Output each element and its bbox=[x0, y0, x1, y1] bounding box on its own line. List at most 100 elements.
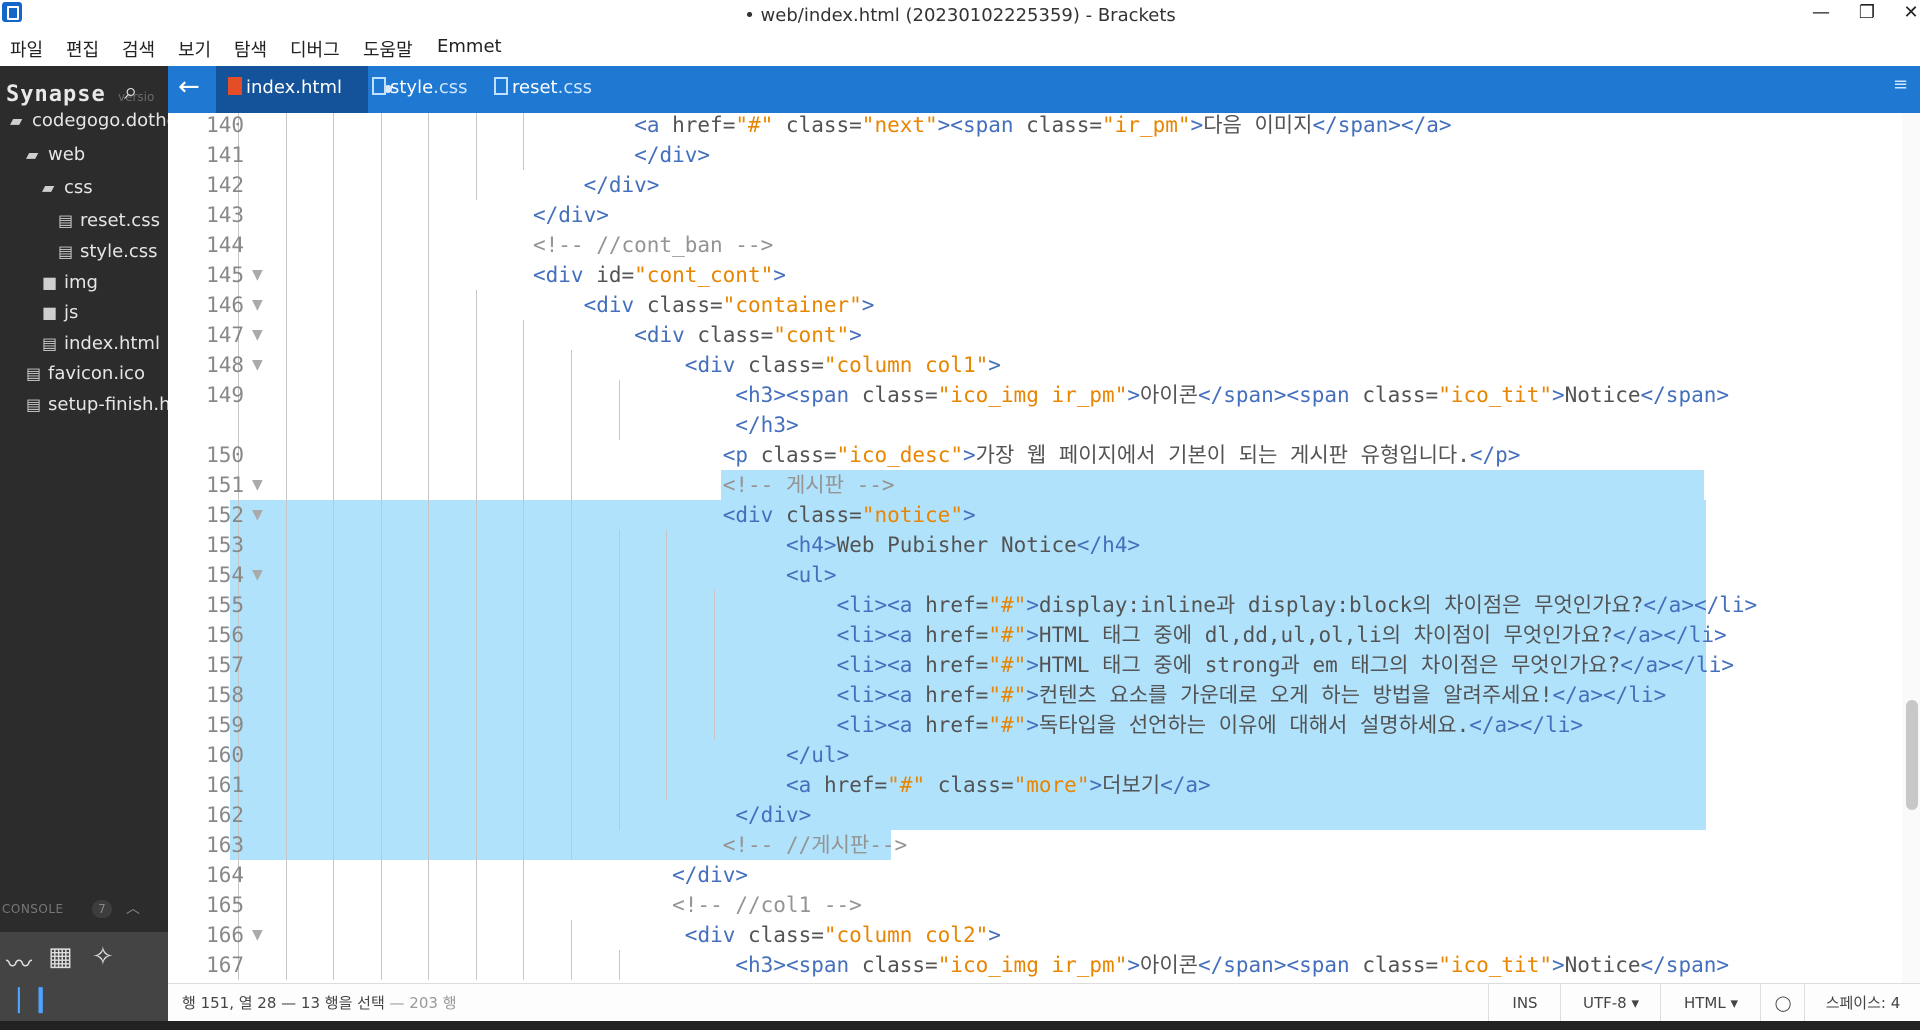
menu-help[interactable]: 도움말 bbox=[363, 36, 413, 62]
line-number[interactable]: 148 bbox=[168, 350, 244, 380]
brackets-logo-icon[interactable]: ❘❙ bbox=[8, 984, 52, 1014]
file-item[interactable]: ▤ style.css bbox=[58, 241, 158, 262]
scrollbar-thumb[interactable] bbox=[1906, 700, 1918, 810]
line-number[interactable]: 162 bbox=[168, 800, 244, 830]
tab-reset-css[interactable]: reset.css bbox=[480, 66, 614, 113]
code-line[interactable]: 147 ▼ <div class="cont"> bbox=[168, 320, 1920, 350]
line-number[interactable]: 152 bbox=[168, 500, 244, 530]
line-number[interactable]: 144 bbox=[168, 230, 244, 260]
code-line[interactable]: 149 <h3><span class="ico_img ir_pm">아이콘</… bbox=[168, 380, 1920, 410]
line-number[interactable]: 164 bbox=[168, 860, 244, 890]
line-number[interactable]: 155 bbox=[168, 590, 244, 620]
code-line[interactable]: 140 <a href="#" class="next"><span class=… bbox=[168, 113, 1920, 140]
magic-wand-icon[interactable]: ✧ bbox=[92, 942, 114, 972]
code-line[interactable]: 158 <li><a href="#">컨텐츠 요소를 가운데로 오게 하는 방법… bbox=[168, 680, 1920, 710]
code-line[interactable]: 142 </div> bbox=[168, 170, 1920, 200]
menu-find[interactable]: 검색 bbox=[122, 36, 155, 62]
fold-triangle-icon[interactable]: ▼ bbox=[252, 470, 263, 500]
line-number[interactable]: 166 bbox=[168, 920, 244, 950]
file-item[interactable]: ▤ favicon.ico bbox=[26, 363, 145, 384]
code-line[interactable]: 167 <h3><span class="ico_img ir_pm">아이콘</… bbox=[168, 950, 1920, 980]
linter-status-icon[interactable]: ◯ bbox=[1760, 984, 1805, 1022]
line-number[interactable]: 161 bbox=[168, 770, 244, 800]
code-line[interactable]: 141 </div> bbox=[168, 140, 1920, 170]
line-number[interactable]: 149 bbox=[168, 380, 244, 410]
search-icon[interactable]: ⌕ bbox=[124, 78, 150, 104]
code-line[interactable]: 154 ▼ <ul> bbox=[168, 560, 1920, 590]
code-line[interactable]: 163 <!-- //게시판--> bbox=[168, 830, 1920, 860]
language-select[interactable]: HTML ▾ bbox=[1660, 984, 1761, 1022]
line-number[interactable]: 151 bbox=[168, 470, 244, 500]
code-line[interactable]: 143 </div> bbox=[168, 200, 1920, 230]
line-number[interactable]: 165 bbox=[168, 890, 244, 920]
code-editor[interactable]: 140 <a href="#" class="next"><span class=… bbox=[168, 113, 1920, 983]
code-line[interactable]: </h3> bbox=[168, 410, 1920, 440]
code-line[interactable]: 144 <!-- //cont_ban --> bbox=[168, 230, 1920, 260]
folder-item[interactable]: ▰ web bbox=[26, 144, 85, 165]
line-number[interactable]: 158 bbox=[168, 680, 244, 710]
vertical-scrollbar[interactable] bbox=[1902, 113, 1920, 983]
fold-triangle-icon[interactable]: ▼ bbox=[252, 260, 263, 290]
line-number[interactable]: 156 bbox=[168, 620, 244, 650]
line-number[interactable]: 150 bbox=[168, 440, 244, 470]
line-number[interactable]: 142 bbox=[168, 170, 244, 200]
console-label[interactable]: CONSOLE bbox=[2, 902, 64, 916]
code-line[interactable]: 161 <a href="#" class="more">더보기</a> bbox=[168, 770, 1920, 800]
code-line[interactable]: 159 <li><a href="#">독타입을 선언하는 이유에 대해서 설명하… bbox=[168, 710, 1920, 740]
code-line[interactable]: 157 <li><a href="#">HTML 태그 중에 strong과 em… bbox=[168, 650, 1920, 680]
code-line[interactable]: 150 <p class="ico_desc">가장 웹 페이지에서 기본이 되는… bbox=[168, 440, 1920, 470]
code-line[interactable]: 145 ▼ <div id="cont_cont"> bbox=[168, 260, 1920, 290]
code-line[interactable]: 153 <h4>Web Pubisher Notice</h4> bbox=[168, 530, 1920, 560]
live-preview-icon[interactable]: 〰 bbox=[6, 944, 32, 981]
tab-index-html[interactable]: index.html bbox=[216, 66, 392, 113]
close-button[interactable]: ✕ bbox=[1888, 0, 1920, 33]
line-number[interactable]: 141 bbox=[168, 140, 244, 170]
code-line[interactable]: 156 <li><a href="#">HTML 태그 중에 dl,dd,ul,o… bbox=[168, 620, 1920, 650]
folder-item[interactable]: ▰ codegogo.dotho bbox=[10, 110, 168, 131]
line-number[interactable]: 145 bbox=[168, 260, 244, 290]
tab-list-menu-icon[interactable]: ≡ bbox=[1893, 74, 1908, 95]
chevron-up-icon[interactable]: ︿ bbox=[126, 898, 140, 918]
insert-mode-toggle[interactable]: INS bbox=[1488, 984, 1561, 1022]
line-number[interactable]: 143 bbox=[168, 200, 244, 230]
line-number[interactable]: 146 bbox=[168, 290, 244, 320]
code-line[interactable]: 166 ▼ <div class="column col2"> bbox=[168, 920, 1920, 950]
code-line[interactable]: 151 ▼ <!-- 게시판 --> bbox=[168, 470, 1920, 500]
tab-style-css[interactable]: style.css bbox=[358, 66, 492, 113]
file-item[interactable]: ▤ setup-finish.h bbox=[26, 394, 168, 415]
fold-triangle-icon[interactable]: ▼ bbox=[252, 350, 263, 380]
menu-view[interactable]: 보기 bbox=[178, 36, 211, 62]
back-arrow-icon[interactable]: ← bbox=[178, 72, 200, 102]
fold-triangle-icon[interactable]: ▼ bbox=[252, 290, 263, 320]
code-line[interactable]: 162 </div> bbox=[168, 800, 1920, 830]
code-line[interactable]: 146 ▼ <div class="container"> bbox=[168, 290, 1920, 320]
file-item[interactable]: ▤ reset.css bbox=[58, 210, 160, 231]
code-line[interactable]: 160 </ul> bbox=[168, 740, 1920, 770]
fold-triangle-icon[interactable]: ▼ bbox=[252, 320, 263, 350]
folder-item[interactable]: ▰ css bbox=[42, 177, 93, 198]
folder-item[interactable]: ■ js bbox=[42, 302, 78, 323]
folder-item[interactable]: ■ img bbox=[42, 272, 98, 293]
line-number[interactable]: 160 bbox=[168, 740, 244, 770]
menu-emmet[interactable]: Emmet bbox=[437, 36, 502, 57]
menu-file[interactable]: 파일 bbox=[10, 36, 43, 62]
line-number[interactable]: 147 bbox=[168, 320, 244, 350]
line-number[interactable]: 157 bbox=[168, 650, 244, 680]
fold-triangle-icon[interactable]: ▼ bbox=[252, 500, 263, 530]
encoding-select[interactable]: UTF-8 ▾ bbox=[1560, 984, 1661, 1022]
code-line[interactable]: 164 </div> bbox=[168, 860, 1920, 890]
menu-edit[interactable]: 편집 bbox=[66, 36, 99, 62]
line-number[interactable]: 153 bbox=[168, 530, 244, 560]
code-line[interactable]: 165 <!-- //col1 --> bbox=[168, 890, 1920, 920]
line-number[interactable]: 140 bbox=[168, 113, 244, 140]
fold-triangle-icon[interactable]: ▼ bbox=[252, 920, 263, 950]
indent-setting[interactable]: 스페이스: 4 bbox=[1804, 984, 1920, 1022]
fold-triangle-icon[interactable]: ▼ bbox=[252, 560, 263, 590]
line-number[interactable]: 154 bbox=[168, 560, 244, 590]
file-item[interactable]: ▤ index.html bbox=[42, 333, 160, 354]
menu-debug[interactable]: 디버그 bbox=[290, 36, 340, 62]
code-line[interactable]: 152 ▼ <div class="notice"> bbox=[168, 500, 1920, 530]
line-number[interactable]: 163 bbox=[168, 830, 244, 860]
menu-navigate[interactable]: 탐색 bbox=[234, 36, 267, 62]
extensions-icon[interactable]: ▦ bbox=[48, 942, 73, 972]
